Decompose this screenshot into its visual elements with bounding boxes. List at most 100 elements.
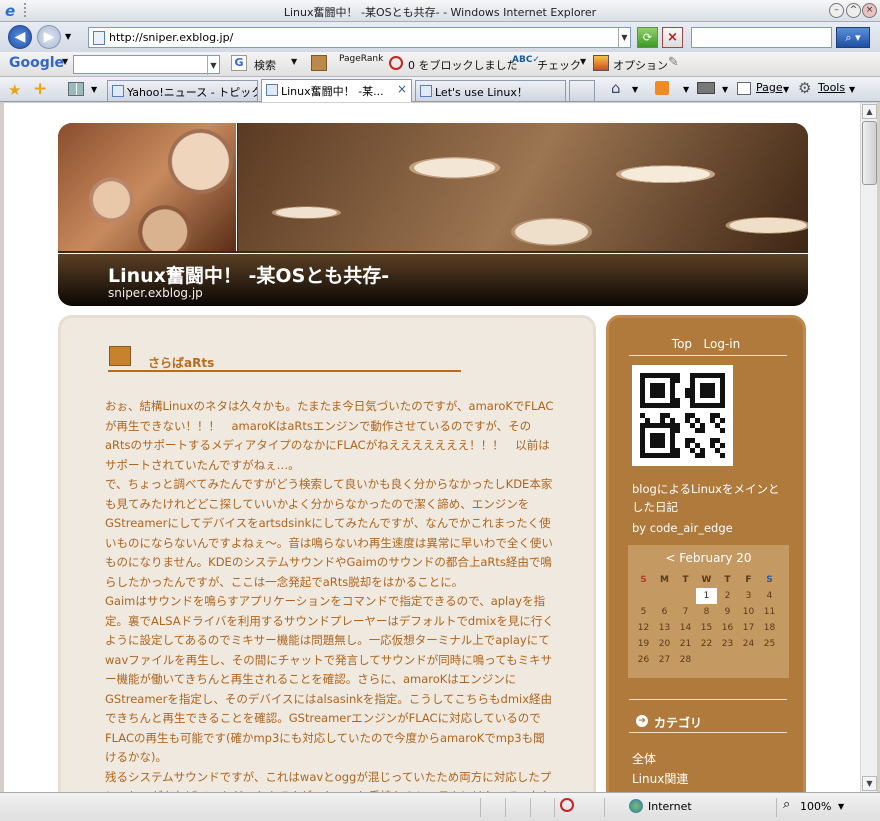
google-toolbar: Google ▼ ▼ G 検索 ▼ PageRank 0 をブロックしました A… xyxy=(0,52,880,122)
add-favorite-icon[interactable]: + xyxy=(33,79,47,99)
address-bar[interactable]: http://sniper.exblog.jp/ xyxy=(88,27,631,48)
divider xyxy=(629,699,787,700)
refresh-button[interactable]: ⟳ xyxy=(637,27,658,48)
calendar-day[interactable]: 28 xyxy=(675,652,696,668)
calendar-day[interactable]: 12 xyxy=(633,620,654,636)
zoom-level[interactable]: 100% xyxy=(800,800,831,813)
calendar-day[interactable]: 5 xyxy=(633,604,654,620)
calendar-day[interactable]: 16 xyxy=(717,620,738,636)
calendar-day[interactable]: 13 xyxy=(654,620,675,636)
blog-title[interactable]: Linux奮闘中！ -某OSとも共存- xyxy=(108,261,389,288)
page-dropdown-icon[interactable]: ▼ xyxy=(783,85,789,94)
gear-icon[interactable]: ⚙ xyxy=(798,79,811,97)
google-menu-dropdown-icon[interactable]: ▼ xyxy=(62,57,68,66)
google-search-input[interactable] xyxy=(73,55,220,74)
google-g-icon[interactable]: G xyxy=(231,55,247,71)
calendar-day[interactable]: 15 xyxy=(696,620,717,636)
options-icon[interactable] xyxy=(593,55,609,71)
feed-dropdown-icon[interactable]: ▼ xyxy=(683,85,689,94)
calendar-day[interactable]: 23 xyxy=(717,636,738,652)
page-menu-button[interactable]: Page xyxy=(756,81,783,94)
calendar-day[interactable]: 24 xyxy=(738,636,759,652)
calendar-day[interactable]: 22 xyxy=(696,636,717,652)
calendar-day[interactable]: 6 xyxy=(654,604,675,620)
tab-list-dropdown-icon[interactable]: ▼ xyxy=(91,85,97,94)
calendar-day[interactable]: 11 xyxy=(759,604,780,620)
status-divider xyxy=(505,798,506,817)
calendar-day[interactable]: 25 xyxy=(759,636,780,652)
login-link[interactable]: Log-in xyxy=(704,337,741,351)
scroll-down-icon[interactable]: ▼ xyxy=(862,776,877,791)
spellcheck-icon[interactable]: ABC✓ xyxy=(512,55,540,65)
bookmark-icon[interactable] xyxy=(311,55,327,71)
popup-blocked-label[interactable]: 0 をブロックしました xyxy=(408,57,518,73)
scroll-thumb[interactable] xyxy=(862,121,877,185)
check-dropdown-icon[interactable]: ▼ xyxy=(580,57,586,66)
close-tab-icon[interactable]: × xyxy=(397,82,407,96)
status-divider xyxy=(554,798,555,817)
calendar-day[interactable]: 18 xyxy=(759,620,780,636)
minimize-button[interactable]: – xyxy=(829,3,844,18)
home-dropdown-icon[interactable]: ▼ xyxy=(632,85,638,94)
calendar-day[interactable]: 1 xyxy=(696,588,717,604)
popup-blocker-icon[interactable] xyxy=(389,56,403,70)
calendar-month[interactable]: < February 20 xyxy=(628,551,789,565)
options-button[interactable]: オプション xyxy=(613,57,668,73)
maximize-button[interactable]: ^ xyxy=(846,3,861,18)
calendar-day[interactable]: 4 xyxy=(759,588,780,604)
address-dropdown-icon[interactable]: ▼ xyxy=(618,28,630,47)
calendar-day xyxy=(675,588,696,604)
tools-menu-button[interactable]: Tools xyxy=(818,81,845,94)
tools-dropdown-icon[interactable]: ▼ xyxy=(849,85,855,94)
zoom-dropdown-icon[interactable]: ▼ xyxy=(838,802,844,811)
tab-yahoo-news[interactable]: Yahoo!ニュース - トピックス xyxy=(107,80,258,101)
search-button[interactable]: ⌕ ▾ xyxy=(836,27,870,48)
spellcheck-button[interactable]: チェック xyxy=(537,57,581,73)
back-button[interactable]: ◀ xyxy=(8,25,32,49)
home-icon[interactable]: ⌂ xyxy=(611,79,621,97)
forward-button[interactable]: ▶ xyxy=(37,25,61,49)
calendar-day[interactable]: 27 xyxy=(654,652,675,668)
zoom-icon[interactable]: ⌕ xyxy=(783,797,790,812)
history-dropdown-icon[interactable]: ▼ xyxy=(65,32,71,41)
top-link[interactable]: Top xyxy=(672,337,692,351)
calendar-day xyxy=(738,652,759,668)
new-tab-button[interactable] xyxy=(569,80,595,101)
category-all[interactable]: 全体 xyxy=(632,750,656,767)
calendar-day[interactable]: 3 xyxy=(738,588,759,604)
rss-feed-icon[interactable] xyxy=(655,81,669,95)
search-dropdown-icon[interactable]: ▼ xyxy=(291,57,297,66)
tab-linux-blog[interactable]: Linux奮闘中！ -某... × xyxy=(261,79,412,102)
calendar-day[interactable]: 14 xyxy=(675,620,696,636)
print-icon[interactable] xyxy=(697,82,715,94)
stop-button[interactable]: × xyxy=(662,27,683,48)
calendar-day[interactable]: 21 xyxy=(675,636,696,652)
search-input[interactable] xyxy=(691,27,832,48)
calendar-day[interactable]: 26 xyxy=(633,652,654,668)
google-logo[interactable]: Google xyxy=(9,55,64,71)
calendar-day[interactable]: 20 xyxy=(654,636,675,652)
calendar-day[interactable]: 9 xyxy=(717,604,738,620)
calendar-day[interactable]: 2 xyxy=(717,588,738,604)
calendar-day[interactable]: 10 xyxy=(738,604,759,620)
print-dropdown-icon[interactable]: ▼ xyxy=(722,85,728,94)
calendar-day[interactable]: 8 xyxy=(696,604,717,620)
close-window-button[interactable]: × xyxy=(862,3,877,18)
vertical-scrollbar[interactable]: ▲ ▼ xyxy=(860,103,877,792)
scroll-up-icon[interactable]: ▲ xyxy=(862,104,877,119)
calendar-day[interactable]: 19 xyxy=(633,636,654,652)
google-search-dropdown-icon[interactable]: ▼ xyxy=(207,56,219,75)
calendar-day[interactable]: 17 xyxy=(738,620,759,636)
address-url: http://sniper.exblog.jp/ xyxy=(109,31,234,44)
quick-tabs-icon[interactable] xyxy=(68,82,84,96)
entry-title[interactable]: さらばaRts xyxy=(148,354,214,371)
calendar-day[interactable]: 7 xyxy=(675,604,696,620)
category-linux[interactable]: Linux関連 xyxy=(632,770,688,787)
popup-blocker-status-icon[interactable] xyxy=(560,798,574,812)
pencil-icon[interactable]: ✎ xyxy=(668,55,679,70)
tab-lets-use-linux[interactable]: Let's use Linux！ xyxy=(415,80,566,101)
google-search-button[interactable]: 検索 xyxy=(254,57,276,73)
page-icon[interactable] xyxy=(737,82,751,95)
weekday-label: T xyxy=(724,575,731,585)
favorites-star-icon[interactable]: ★ xyxy=(8,81,21,99)
